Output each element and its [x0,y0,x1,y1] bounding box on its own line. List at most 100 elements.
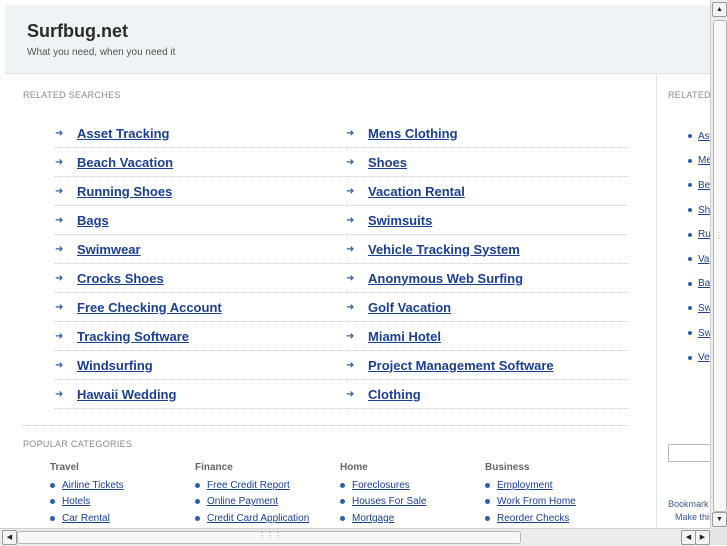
related-search-link[interactable]: Shoes [368,155,407,170]
related-search-item[interactable]: ➜ Mens Clothing [346,119,627,148]
sidebar-related-item[interactable]: Bea [688,173,710,198]
related-search-link[interactable]: Vehicle Tracking System [368,242,520,257]
category-link[interactable]: Reorder Checks [497,513,569,524]
category-item[interactable]: Online Payment [195,494,340,511]
sidebar-related-item[interactable]: Sw [688,321,710,346]
bullet-icon [195,515,200,521]
sidebar-related-item[interactable]: Ba [688,272,710,297]
related-search-link[interactable]: Windsurfing [77,358,153,373]
category-link[interactable]: Mortgage [352,513,394,524]
scroll-left-icon[interactable]: ◀ [2,530,17,545]
category-link[interactable]: Hotels [62,496,90,507]
related-search-item[interactable]: ➜ Project Management Software [346,351,627,380]
related-search-item[interactable]: ➜ Vacation Rental [346,177,627,206]
site-title[interactable]: Surfbug.net [27,21,128,42]
sidebar-related-item[interactable]: Me [688,149,710,174]
related-search-link[interactable]: Mens Clothing [368,126,458,141]
related-search-item[interactable]: ➜ Clothing [346,380,627,409]
sidebar-related-item[interactable]: Ru [688,222,710,247]
related-search-link[interactable]: Free Checking Account [77,300,222,315]
sidebar-related-link[interactable]: Va [698,254,710,265]
related-search-link[interactable]: Anonymous Web Surfing [368,271,523,286]
horizontal-scrollbar[interactable]: ◀ ⋮⋮⋮ ◀ ▶ [0,528,710,546]
related-search-link[interactable]: Crocks Shoes [77,271,164,286]
category-item[interactable]: Hotels [50,494,195,511]
related-search-item[interactable]: ➜ Running Shoes [55,177,346,206]
related-search-item[interactable]: ➜ Golf Vacation [346,293,627,322]
category-item[interactable]: Car Rental [50,510,195,527]
related-search-link[interactable]: Vacation Rental [368,184,465,199]
category-link[interactable]: Online Payment [207,496,278,507]
sidebar-related-link[interactable]: Ve [698,352,710,363]
related-search-item[interactable]: ➜ Miami Hotel [346,322,627,351]
related-search-link[interactable]: Beach Vacation [77,155,173,170]
sidebar-related-link[interactable]: Ba [698,278,710,289]
scroll-up-icon[interactable]: ▲ [712,2,727,17]
scroll-down-icon[interactable]: ▼ [712,512,727,527]
sidebar-related-link[interactable]: Ru [698,229,710,240]
category-item[interactable]: Airline Tickets [50,477,195,494]
sidebar-related-link[interactable]: Sw [698,303,710,314]
sidebar-related-link[interactable]: Me [698,155,710,166]
sidebar-related-item[interactable]: Ve [688,345,710,370]
sidebar-related-item[interactable]: Va [688,247,710,272]
category-item[interactable]: Work From Home [485,494,630,511]
scroll-left-icon[interactable]: ◀ [681,530,696,545]
related-search-link[interactable]: Hawaii Wedding [77,387,176,402]
related-search-item[interactable]: ➜ Crocks Shoes [55,264,346,293]
category-link[interactable]: Work From Home [497,496,576,507]
sidebar-related-link[interactable]: Sho [698,205,710,216]
related-search-item[interactable]: ➜ Bags [55,206,346,235]
related-search-link[interactable]: Golf Vacation [368,300,451,315]
category-link[interactable]: Free Credit Report [207,480,290,491]
related-search-link[interactable]: Running Shoes [77,184,172,199]
category-link[interactable]: Airline Tickets [62,480,124,491]
category-link[interactable]: Car Rental [62,513,110,524]
category-item[interactable]: Foreclosures [340,477,485,494]
category-link[interactable]: Employment [497,480,553,491]
related-search-link[interactable]: Project Management Software [368,358,554,373]
related-search-link[interactable]: Swimsuits [368,213,432,228]
related-search-item[interactable]: ➜ Shoes [346,148,627,177]
bullet-icon [688,257,692,262]
related-search-link[interactable]: Swimwear [77,242,141,257]
related-search-item[interactable]: ➜ Asset Tracking [55,119,346,148]
related-search-link[interactable]: Asset Tracking [77,126,170,141]
category-link[interactable]: Foreclosures [352,480,410,491]
scroll-right-icon[interactable]: ▶ [695,530,710,545]
related-search-link[interactable]: Bags [77,213,109,228]
related-search-item[interactable]: ➜ Anonymous Web Surfing [346,264,627,293]
related-search-item[interactable]: ➜ Vehicle Tracking System [346,235,627,264]
sidebar-related-link[interactable]: Ass [698,131,710,142]
sidebar-related-link[interactable]: Bea [698,180,710,191]
related-search-link[interactable]: Clothing [368,387,421,402]
related-search-item[interactable]: ➜ Beach Vacation [55,148,346,177]
related-search-item[interactable]: ➜ Windsurfing [55,351,346,380]
sidebar-related-item[interactable]: Ass [688,124,710,149]
category-link[interactable]: Credit Card Application [207,513,309,524]
sidebar-related-item[interactable]: Sho [688,198,710,223]
sidebar-search-input[interactable] [668,444,710,462]
category-item[interactable]: Credit Card Application [195,510,340,527]
sidebar-related-link[interactable]: Sw [698,328,710,339]
bullet-icon [688,134,692,139]
vertical-scroll-thumb[interactable]: ⋮⋮ [713,20,727,512]
sidebar-related-item[interactable]: Sw [688,296,710,321]
bookmark-link[interactable]: Bookmark [668,499,709,509]
category-item[interactable]: Reorder Checks [485,510,630,527]
category-item[interactable]: Employment [485,477,630,494]
vertical-scrollbar[interactable]: ▲ ⋮⋮ ▼ [710,0,727,528]
category-item[interactable]: Mortgage [340,510,485,527]
category-item[interactable]: Free Credit Report [195,477,340,494]
related-search-item[interactable]: ➜ Swimsuits [346,206,627,235]
category-item[interactable]: Houses For Sale [340,494,485,511]
related-search-item[interactable]: ➜ Swimwear [55,235,346,264]
related-search-link[interactable]: Tracking Software [77,329,189,344]
related-search-item[interactable]: ➜ Free Checking Account [55,293,346,322]
category-link[interactable]: Houses For Sale [352,496,426,507]
related-search-item[interactable]: ➜ Tracking Software [55,322,346,351]
horizontal-scroll-thumb[interactable]: ⋮⋮⋮ [17,531,521,544]
make-homepage-link[interactable]: Make this [675,512,710,522]
related-search-item[interactable]: ➜ Hawaii Wedding [55,380,346,409]
related-search-link[interactable]: Miami Hotel [368,329,441,344]
